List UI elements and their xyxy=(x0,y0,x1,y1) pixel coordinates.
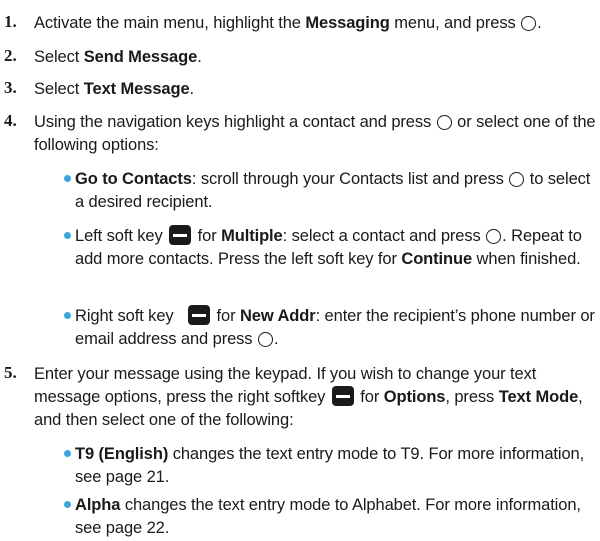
step-number: 4. xyxy=(4,111,17,130)
ok-key-icon xyxy=(521,16,537,31)
instruction-page: 1. Activate the main menu, highlight the… xyxy=(0,0,600,541)
step-number: 2. xyxy=(4,46,17,65)
bullet-text: Right soft key for New Addr: enter the r… xyxy=(75,305,595,348)
bullet-text: T9 (English) changes the text entry mode… xyxy=(75,445,585,486)
right-soft-key-icon xyxy=(188,305,211,325)
ok-key-icon xyxy=(509,172,525,187)
bullet-text: Alpha changes the text entry mode to Alp… xyxy=(75,496,581,537)
step-number: 1. xyxy=(4,12,17,31)
step-text: Select Text Message. xyxy=(34,80,195,98)
ok-key-icon xyxy=(486,229,502,244)
step-text: Enter your message using the keypad. If … xyxy=(34,365,583,429)
step-text: Activate the main menu, highlight the Me… xyxy=(34,14,542,32)
step-number: 3. xyxy=(4,78,17,97)
step-text: Select Send Message. xyxy=(34,48,202,66)
left-soft-key-icon xyxy=(169,225,192,245)
step-text: Using the navigation keys highlight a co… xyxy=(34,113,596,154)
ok-key-icon xyxy=(257,332,273,347)
bullet-icon xyxy=(64,450,71,457)
bullet-icon xyxy=(64,501,71,508)
ok-key-icon xyxy=(436,115,452,130)
bullet-text: Go to Contacts: scroll through your Cont… xyxy=(75,170,591,211)
bullet-text: Left soft key for Multiple: select a con… xyxy=(75,225,582,268)
bullet-icon xyxy=(64,312,71,319)
bullet-icon xyxy=(64,232,71,239)
right-soft-key-icon xyxy=(331,386,354,406)
step-number: 5. xyxy=(4,363,17,382)
bullet-icon xyxy=(64,175,71,182)
